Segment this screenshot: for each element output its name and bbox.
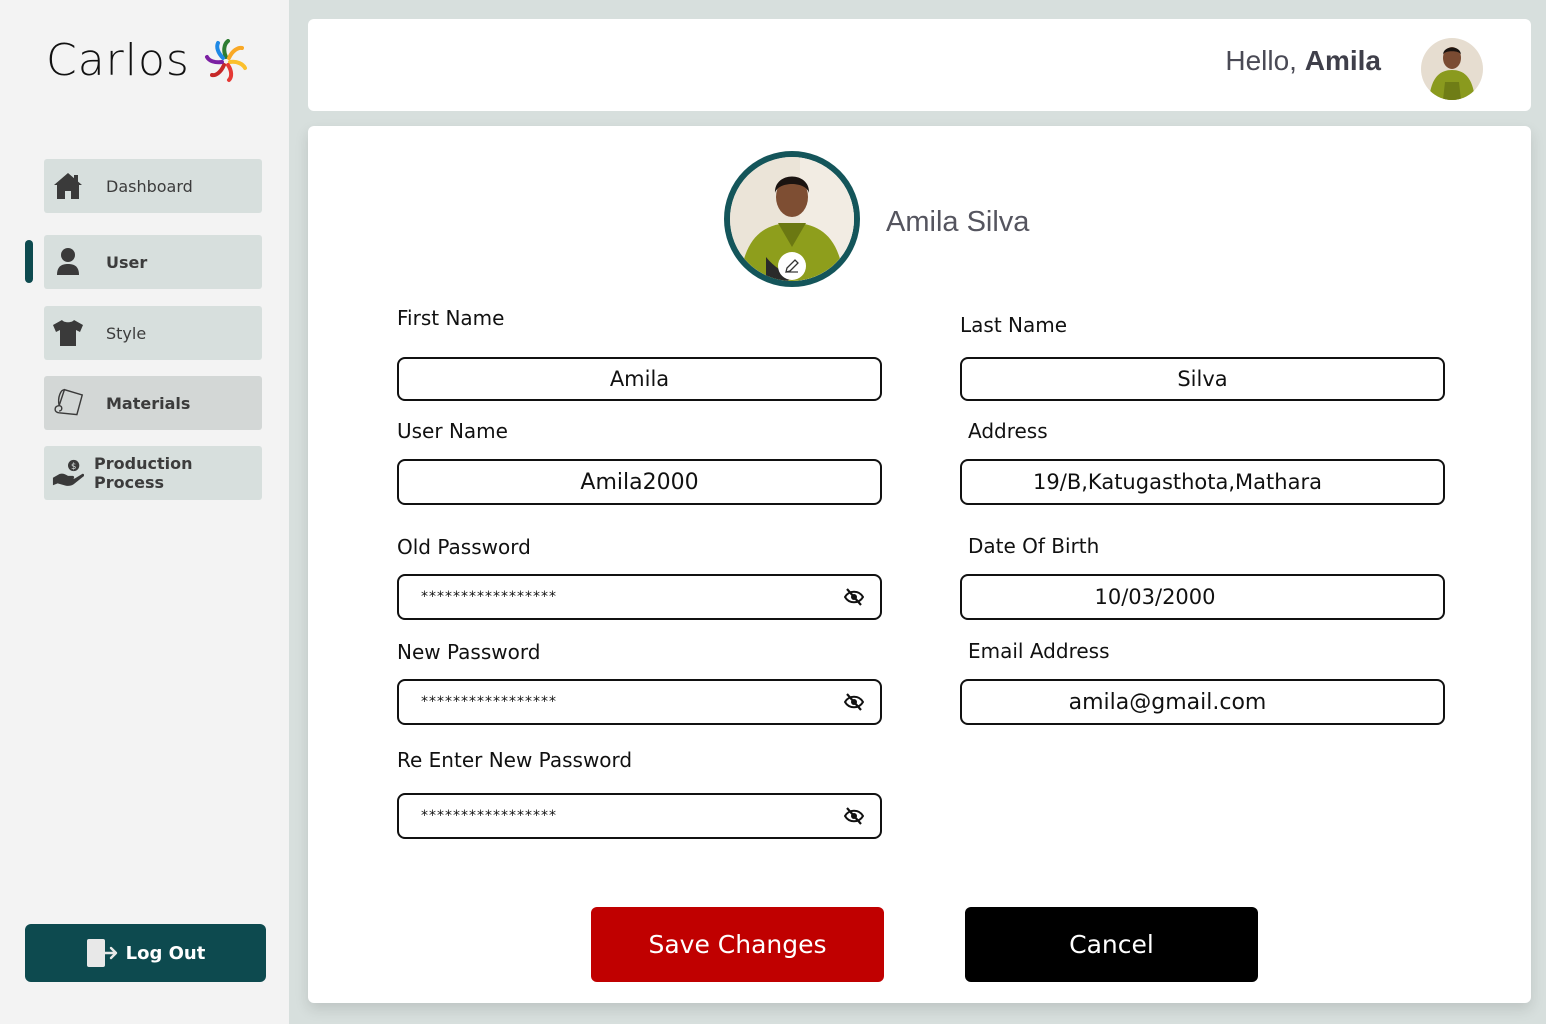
hand-coin-icon: $ <box>52 457 84 489</box>
new-password-label: New Password <box>397 640 541 664</box>
flower-logo-icon <box>204 39 247 82</box>
date-of-birth-value: 10/03/2000 <box>1094 585 1216 609</box>
reenter-password-label: Re Enter New Password <box>397 748 633 772</box>
profile-full-name: Amila Silva <box>886 206 1030 238</box>
greeting: Hello, Amila <box>1225 45 1381 77</box>
reenter-password-value: ***************** <box>421 808 557 824</box>
profile-edit-card: Amila Silva First Name Amila User Name A… <box>308 126 1531 1003</box>
user-name-label: User Name <box>397 419 508 443</box>
avatar[interactable] <box>1421 38 1483 100</box>
brand-name: Carlos <box>46 35 190 86</box>
sidebar: Carlos Dashboard User Style Materials $ … <box>0 0 289 1024</box>
eye-off-icon[interactable] <box>844 693 864 711</box>
email-field[interactable]: amila@gmail.com <box>960 679 1445 725</box>
edit-photo-button[interactable] <box>778 252 806 280</box>
logout-icon <box>86 939 117 967</box>
last-name-label: Last Name <box>960 313 1068 337</box>
sidebar-item-label: Production Process <box>94 454 193 492</box>
address-field[interactable]: 19/B,Katugasthota,Mathara <box>960 459 1445 505</box>
sidebar-item-label: User <box>106 252 148 272</box>
cancel-button[interactable]: Cancel <box>965 907 1258 982</box>
tshirt-icon <box>52 317 84 349</box>
logout-label: Log Out <box>125 942 206 964</box>
new-password-field[interactable]: ***************** <box>397 679 882 725</box>
sidebar-item-label: Dashboard <box>106 176 193 196</box>
svg-text:$: $ <box>71 461 76 471</box>
last-name-value: Silva <box>1177 367 1228 391</box>
eye-off-icon[interactable] <box>844 588 864 606</box>
date-of-birth-field[interactable]: 10/03/2000 <box>960 574 1445 620</box>
old-password-value: ***************** <box>421 589 557 605</box>
sidebar-item-production-process[interactable]: $ Production Process <box>44 446 262 500</box>
greeting-prefix: Hello, <box>1225 45 1297 76</box>
user-icon <box>52 246 84 278</box>
sidebar-item-dashboard[interactable]: Dashboard <box>44 159 262 213</box>
sidebar-item-label: Style <box>106 323 147 343</box>
sidebar-item-style[interactable]: Style <box>44 306 262 360</box>
last-name-field[interactable]: Silva <box>960 357 1445 401</box>
first-name-value: Amila <box>609 367 670 391</box>
save-changes-button[interactable]: Save Changes <box>591 907 884 982</box>
eye-off-icon[interactable] <box>844 807 864 825</box>
first-name-field[interactable]: Amila <box>397 357 882 401</box>
reenter-password-field[interactable]: ***************** <box>397 793 882 839</box>
active-nav-indicator <box>25 240 33 283</box>
old-password-field[interactable]: ***************** <box>397 574 882 620</box>
address-label: Address <box>968 419 1048 443</box>
email-label: Email Address <box>968 639 1110 663</box>
pencil-icon <box>785 259 799 273</box>
email-value: amila@gmail.com <box>1068 689 1267 715</box>
sidebar-item-user[interactable]: User <box>44 235 262 289</box>
greeting-user-name: Amila <box>1304 45 1381 76</box>
home-icon <box>52 170 84 202</box>
date-of-birth-label: Date Of Birth <box>968 534 1100 558</box>
logout-button[interactable]: Log Out <box>25 924 266 982</box>
brand-logo[interactable]: Carlos <box>46 34 248 88</box>
user-name-field[interactable]: Amila2000 <box>397 459 882 505</box>
sidebar-item-label: Materials <box>106 393 191 413</box>
user-name-value: Amila2000 <box>580 469 699 495</box>
top-header: Hello, Amila <box>308 19 1531 111</box>
fabric-roll-icon <box>52 387 84 419</box>
address-value: 19/B,Katugasthota,Mathara <box>1033 470 1322 494</box>
old-password-label: Old Password <box>397 535 531 559</box>
sidebar-item-materials[interactable]: Materials <box>44 376 262 430</box>
first-name-label: First Name <box>397 306 505 330</box>
new-password-value: ***************** <box>421 694 557 710</box>
avatar-photo <box>1421 38 1483 100</box>
